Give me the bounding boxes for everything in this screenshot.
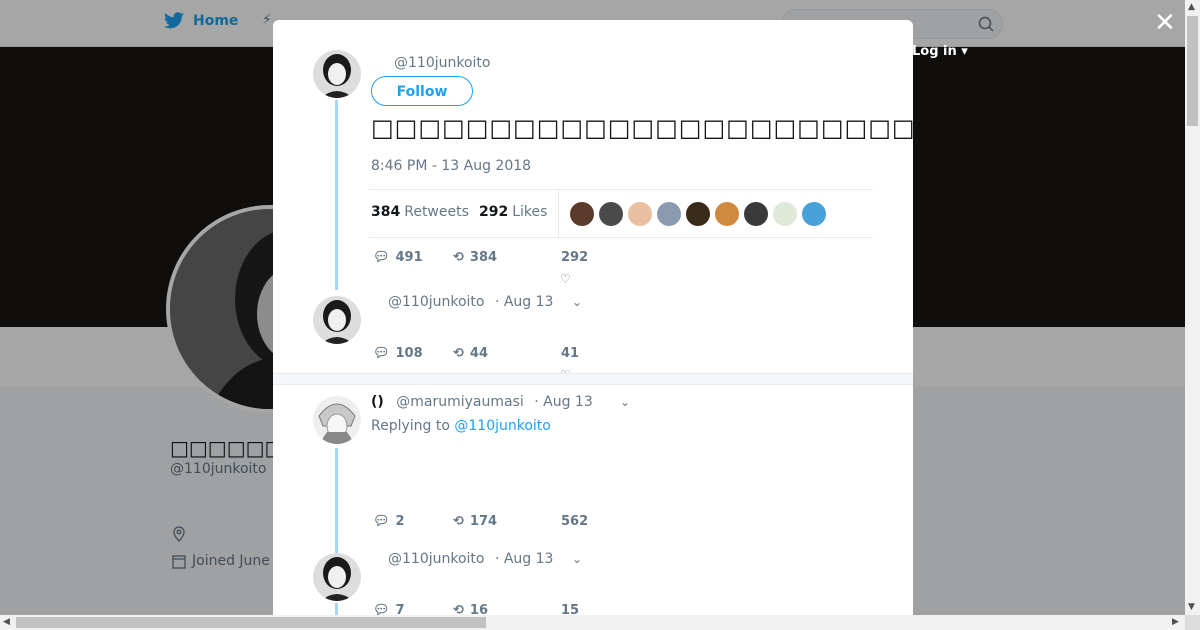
reply-header: @110junkoito · Aug 13 [388,551,553,567]
liker-avatar[interactable] [570,202,594,226]
reply-count: 491 [395,250,423,265]
tweet-timestamp[interactable]: 8:46 PM - 13 Aug 2018 [371,158,531,174]
heart-icon[interactable]: ♡ [560,272,571,286]
avatar[interactable] [313,296,361,344]
stats-divider [558,190,559,237]
retweet-icon: ⟲ [453,250,464,265]
retweet-action[interactable]: ⟲ 44 [453,346,488,361]
reply-date[interactable]: · Aug 13 [495,294,554,310]
liker-avatar[interactable] [802,202,826,226]
close-icon[interactable]: ✕ [1154,10,1176,36]
tweet-stats: 384 Retweets 292 Likes [369,189,873,238]
tweet-author-handle[interactable]: @110junkoito [394,55,490,71]
likes-count: 292 [479,204,509,220]
tweet-modal: @110junkoito Follow □□□□□□□□□□□□□□□□□□□□… [273,20,913,615]
reply-header: @110junkoito · Aug 13 [388,294,553,310]
reply-header: () @marumiyaumasi · Aug 13 [371,394,593,410]
avatar[interactable] [313,50,361,98]
likes-label: Likes [512,204,548,220]
liker-avatar[interactable] [744,202,768,226]
reply-icon: 💬︎ [373,514,390,529]
like-action[interactable]: 292 [561,250,588,265]
follow-button[interactable]: Follow [371,76,473,106]
reply-date[interactable]: · Aug 13 [495,551,554,567]
like-count: 15 [561,603,580,615]
retweet-icon: ⟲ [453,603,464,615]
reply-icon: 💬︎ [373,250,390,265]
like-action[interactable]: 41 [561,346,579,361]
like-count: 292 [561,250,589,265]
scroll-up-icon[interactable]: ▲ [1188,2,1195,12]
liker-avatar[interactable] [773,202,797,226]
horizontal-scrollbar-thumb[interactable] [16,617,486,628]
reply-count: 108 [395,346,423,361]
horizontal-scrollbar[interactable]: ◀ ▶ [0,615,1185,630]
reply-action[interactable]: 💬︎ 7 [373,603,405,615]
reply-action[interactable]: 💬︎ 491 [373,250,423,265]
liker-avatar[interactable] [599,202,623,226]
reply-icon: 💬︎ [373,346,390,361]
reply-author-handle[interactable]: @110junkoito [388,294,484,310]
reply-icon: 💬︎ [373,603,390,615]
reply-date[interactable]: · Aug 13 [534,394,593,410]
retweet-icon: ⟲ [453,346,464,361]
liker-avatar[interactable] [686,202,710,226]
thread-line [335,448,338,558]
chevron-down-icon[interactable]: ⌄ [572,295,582,309]
tweet-text: □□□□□□□□□□□□□□□□□□□□□□□□□□□□□□□□□□□□□□□□… [371,114,913,142]
liker-avatar[interactable] [657,202,681,226]
retweet-action[interactable]: ⟲ 174 [453,514,497,529]
vertical-scrollbar-thumb[interactable] [1187,16,1198,126]
reply-author-handle[interactable]: @marumiyaumasi [396,394,524,410]
retweet-count: 44 [469,346,488,361]
like-count: 562 [561,514,589,529]
like-action[interactable]: 15 [561,603,579,615]
avatar[interactable] [313,396,361,444]
replying-to-prefix: Replying to [371,418,450,434]
retweets-count: 384 [371,204,401,220]
replying-to-link[interactable]: @110junkoito [454,418,550,434]
thread-line [335,100,338,290]
reply-author-handle[interactable]: @110junkoito [388,551,484,567]
retweets-stat[interactable]: 384 Retweets [371,204,469,220]
retweet-count: 384 [469,250,498,265]
avatar[interactable] [313,553,361,601]
chevron-down-icon[interactable]: ⌄ [572,552,582,566]
thread-line [335,603,338,615]
liker-avatar[interactable] [628,202,652,226]
reply-author-name[interactable]: () [371,394,384,410]
reply-action[interactable]: 💬︎ 108 [373,346,423,361]
retweet-action[interactable]: ⟲ 16 [453,603,488,615]
scroll-down-icon[interactable]: ▼ [1188,602,1195,612]
retweet-icon: ⟲ [453,514,464,529]
reply-count: 2 [395,514,405,529]
retweet-action[interactable]: ⟲ 384 [453,250,497,265]
login-link[interactable]: Log in ▾ [912,44,968,59]
retweets-label: Retweets [404,204,469,220]
replying-to: Replying to @110junkoito [371,418,551,434]
chevron-down-icon[interactable]: ⌄ [620,395,630,409]
login-label: Log in [912,44,957,59]
reply-count: 7 [395,603,405,615]
retweet-count: 16 [469,603,488,615]
retweet-count: 174 [469,514,498,529]
likes-stat[interactable]: 292 Likes [479,204,547,220]
scroll-right-icon[interactable]: ▶ [1172,617,1179,627]
vertical-scrollbar[interactable]: ▲ ▼ [1185,0,1200,615]
like-count: 41 [561,346,580,361]
scrollbar-corner [1185,615,1200,630]
scroll-left-icon[interactable]: ◀ [3,617,10,627]
like-action[interactable]: 562 [561,514,588,529]
liker-avatar[interactable] [715,202,739,226]
conversation-divider [273,373,913,385]
reply-action[interactable]: 💬︎ 2 [373,514,405,529]
